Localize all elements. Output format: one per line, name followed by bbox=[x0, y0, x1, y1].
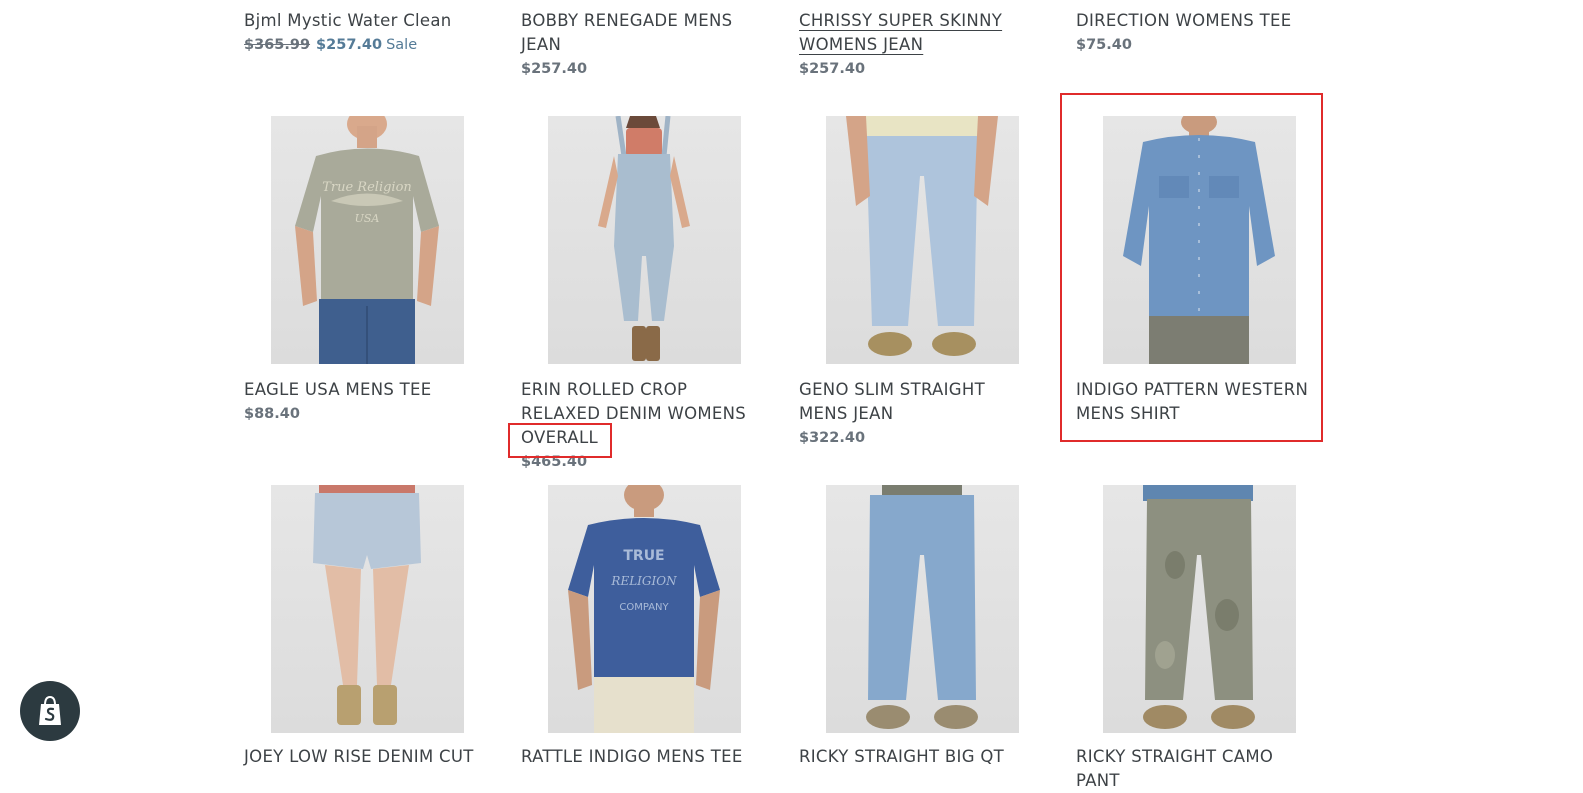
product-title[interactable]: ERIN ROLLED CROP RELAXED DENIM WOMENS OV… bbox=[521, 378, 761, 450]
product-title[interactable]: RICKY STRAIGHT CAMO PANT bbox=[1076, 745, 1316, 793]
product-price: $257.40 bbox=[799, 61, 866, 77]
product-title-text: CHRISSY SUPER SKINNY WOMENS JEAN bbox=[799, 11, 1003, 54]
tee-print-text: TRUE bbox=[623, 548, 664, 564]
product-image-erin-overall[interactable] bbox=[548, 116, 741, 364]
product-image-ricky-big-qt[interactable] bbox=[826, 485, 1019, 733]
product-image-eagle-usa-tee[interactable]: True Religion USA bbox=[271, 116, 464, 364]
tee-print-text: RELIGION bbox=[610, 574, 677, 588]
model-shirt-illustration bbox=[1123, 116, 1275, 364]
product-title[interactable]: EAGLE USA MENS TEE bbox=[244, 378, 484, 402]
model-jean-illustration bbox=[866, 485, 978, 729]
product-image-rattle-tee[interactable]: TRUE RELIGION COMPANY bbox=[548, 485, 741, 733]
product-title[interactable]: JOEY LOW RISE DENIM CUT bbox=[244, 745, 484, 769]
product-card: DIRECTION WOMENS TEE $75.40 bbox=[1076, 9, 1316, 57]
product-price: $75.40 bbox=[1076, 37, 1132, 53]
product-title[interactable]: INDIGO PATTERN WESTERN MENS SHIRT bbox=[1076, 378, 1316, 426]
tee-print-text: COMPANY bbox=[619, 602, 669, 613]
product-card: INDIGO PATTERN WESTERN MENS SHIRT bbox=[1076, 378, 1316, 426]
compare-price: $365.99 bbox=[244, 37, 311, 53]
product-image-ricky-camo[interactable] bbox=[1103, 485, 1296, 733]
product-title[interactable]: BOBBY RENEGADE MENS JEAN bbox=[521, 9, 761, 57]
product-price: $257.40 bbox=[521, 61, 588, 77]
model-jean-illustration bbox=[846, 116, 998, 356]
product-title[interactable]: GENO SLIM STRAIGHT MENS JEAN bbox=[799, 378, 1039, 426]
product-title[interactable]: Bjml Mystic Water Clean bbox=[244, 9, 484, 33]
product-price: $322.40 bbox=[799, 430, 866, 446]
product-card: Bjml Mystic Water Clean $365.99 $257.40 Sa… bbox=[244, 9, 484, 57]
model-tee-illustration: TRUE RELIGION COMPANY bbox=[568, 485, 720, 733]
product-card: RATTLE INDIGO MENS TEE bbox=[521, 745, 761, 769]
sale-badge: Sale bbox=[386, 37, 418, 53]
product-price: $88.40 bbox=[244, 406, 300, 422]
product-price: $465.40 bbox=[521, 454, 588, 470]
model-shorts-illustration bbox=[313, 485, 421, 725]
product-card: RICKY STRAIGHT CAMO PANT bbox=[1076, 745, 1316, 793]
product-title[interactable]: CHRISSY SUPER SKINNY WOMENS JEAN bbox=[799, 9, 1039, 57]
shopify-badge-button[interactable] bbox=[20, 681, 80, 741]
product-image-geno-jean[interactable] bbox=[826, 116, 1019, 364]
product-title[interactable]: RATTLE INDIGO MENS TEE bbox=[521, 745, 761, 769]
product-card: CHRISSY SUPER SKINNY WOMENS JEAN $257.40 bbox=[799, 9, 1039, 81]
product-card: ERIN ROLLED CROP RELAXED DENIM WOMENS OV… bbox=[521, 378, 761, 474]
sale-price: $257.40 bbox=[316, 37, 383, 53]
product-card: BOBBY RENEGADE MENS JEAN $257.40 bbox=[521, 9, 761, 81]
product-image-indigo-shirt[interactable] bbox=[1103, 116, 1296, 364]
product-image-joey-shorts[interactable] bbox=[271, 485, 464, 733]
product-title[interactable]: RICKY STRAIGHT BIG QT bbox=[799, 745, 1039, 769]
product-card: GENO SLIM STRAIGHT MENS JEAN $322.40 bbox=[799, 378, 1039, 450]
tee-print-text: True Religion bbox=[322, 180, 412, 195]
model-tee-illustration: True Religion USA bbox=[295, 116, 439, 364]
product-card: JOEY LOW RISE DENIM CUT bbox=[244, 745, 484, 769]
model-overall-illustration bbox=[598, 116, 690, 361]
product-card: RICKY STRAIGHT BIG QT bbox=[799, 745, 1039, 769]
tee-print-text: USA bbox=[355, 212, 380, 225]
product-card: EAGLE USA MENS TEE $88.40 bbox=[244, 378, 484, 426]
product-title[interactable]: DIRECTION WOMENS TEE bbox=[1076, 9, 1316, 33]
model-pant-illustration bbox=[1143, 485, 1255, 729]
shopify-bag-icon bbox=[39, 695, 61, 725]
product-price: $365.99 $257.40 Sale bbox=[244, 33, 484, 57]
